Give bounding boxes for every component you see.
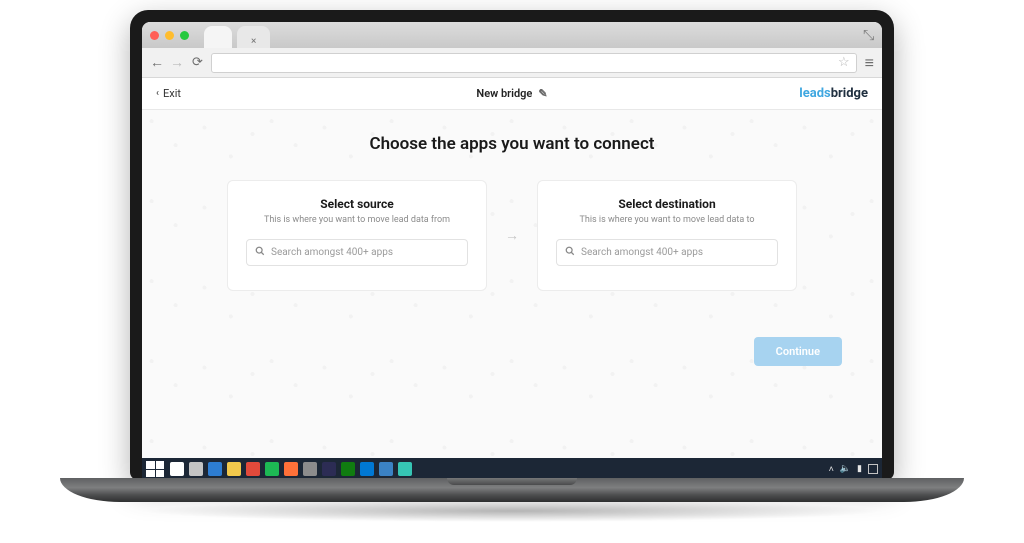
- browser-tab-active[interactable]: [204, 26, 232, 48]
- taskbar: ˄ 🔈 ▮: [142, 458, 882, 480]
- source-search-wrap[interactable]: [246, 239, 468, 266]
- continue-button[interactable]: Continue: [754, 337, 842, 366]
- taskbar-settings-icon[interactable]: [303, 462, 317, 476]
- arrow-right-icon: →: [505, 227, 519, 244]
- exit-button[interactable]: ‹ Exit: [156, 87, 181, 100]
- browser-tab[interactable]: ×: [237, 26, 270, 48]
- destination-search-input[interactable]: [581, 247, 769, 258]
- nav-arrows: ← →: [150, 54, 184, 71]
- exit-label: Exit: [163, 87, 181, 100]
- tray-battery-icon[interactable]: ▮: [857, 464, 862, 474]
- back-button[interactable]: ←: [150, 54, 164, 71]
- close-window-button[interactable]: [150, 31, 159, 40]
- address-bar[interactable]: ☆: [211, 53, 857, 73]
- taskbar-firefox-icon[interactable]: [284, 462, 298, 476]
- page-title: New bridge: [476, 87, 532, 100]
- screen: × ⤢ ← → ⟳ ☆ ≡ ‹ Exit New bridge ✎: [142, 22, 882, 480]
- start-button[interactable]: [146, 461, 164, 477]
- destination-card: Select destination This is where you wan…: [537, 180, 797, 291]
- edit-title-icon[interactable]: ✎: [538, 87, 547, 100]
- logo-bridge: bridge: [831, 86, 868, 101]
- laptop-base: [60, 478, 964, 502]
- source-search-input[interactable]: [271, 247, 459, 258]
- bookmark-star-icon[interactable]: ☆: [838, 55, 850, 70]
- destination-title: Select destination: [556, 197, 778, 211]
- expand-icon[interactable]: ⤢: [860, 29, 876, 40]
- app-header: ‹ Exit New bridge ✎ leadsbridge: [142, 78, 882, 110]
- minimize-window-button[interactable]: [165, 31, 174, 40]
- taskbar-icons: [170, 462, 412, 476]
- search-icon: [565, 246, 575, 259]
- main-content: Choose the apps you want to connect Sele…: [142, 110, 882, 458]
- taskbar-vscode-icon[interactable]: [360, 462, 374, 476]
- destination-search-wrap[interactable]: [556, 239, 778, 266]
- system-tray[interactable]: ˄ 🔈 ▮: [829, 464, 878, 475]
- search-icon: [255, 246, 265, 259]
- taskbar-explorer-icon[interactable]: [227, 462, 241, 476]
- taskbar-xbox-icon[interactable]: [341, 462, 355, 476]
- taskbar-spotify-icon[interactable]: [265, 462, 279, 476]
- forward-button: →: [170, 54, 184, 71]
- window-controls: [150, 31, 189, 40]
- reload-button[interactable]: ⟳: [192, 55, 203, 70]
- tray-chevron-up-icon[interactable]: ˄: [829, 464, 834, 475]
- tray-sound-icon[interactable]: 🔈: [840, 464, 851, 474]
- taskbar-edge-icon[interactable]: [398, 462, 412, 476]
- logo-leads: leads: [799, 86, 830, 101]
- taskbar-search-icon[interactable]: [170, 462, 184, 476]
- taskbar-chrome-icon[interactable]: [246, 462, 260, 476]
- browser-tab-strip: × ⤢: [142, 22, 882, 48]
- tray-notifications-icon[interactable]: [868, 464, 878, 474]
- chevron-left-icon: ‹: [156, 88, 159, 99]
- taskbar-eclipse-icon[interactable]: [322, 462, 336, 476]
- destination-subtitle: This is where you want to move lead data…: [556, 215, 778, 225]
- bridge-title-group: New bridge ✎: [476, 87, 547, 100]
- maximize-window-button[interactable]: [180, 31, 189, 40]
- main-heading: Choose the apps you want to connect: [369, 134, 654, 154]
- taskbar-task-view-icon[interactable]: [189, 462, 203, 476]
- tab-close-icon[interactable]: ×: [251, 36, 256, 47]
- taskbar-store-icon[interactable]: [379, 462, 393, 476]
- taskbar-mail-icon[interactable]: [208, 462, 222, 476]
- laptop-shadow: [140, 500, 884, 522]
- laptop-frame: × ⤢ ← → ⟳ ☆ ≡ ‹ Exit New bridge ✎: [130, 10, 894, 480]
- source-title: Select source: [246, 197, 468, 211]
- logo: leadsbridge: [799, 86, 868, 101]
- browser-toolbar: ← → ⟳ ☆ ≡: [142, 48, 882, 78]
- cards-row: Select source This is where you want to …: [227, 180, 797, 291]
- browser-menu-button[interactable]: ≡: [865, 53, 874, 73]
- source-subtitle: This is where you want to move lead data…: [246, 215, 468, 225]
- source-card: Select source This is where you want to …: [227, 180, 487, 291]
